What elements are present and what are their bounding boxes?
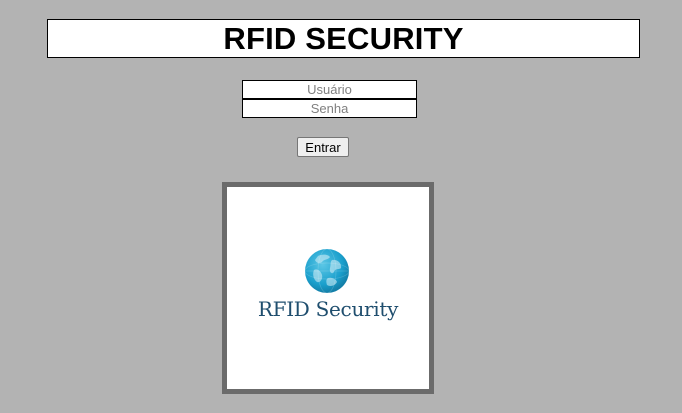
login-page: RFID SECURITY Entrar bbox=[0, 0, 682, 413]
page-title: RFID SECURITY bbox=[223, 21, 464, 56]
globe-icon bbox=[304, 248, 350, 294]
logo-frame: RFID Security bbox=[222, 182, 434, 394]
password-field[interactable] bbox=[242, 99, 417, 118]
enter-button[interactable]: Entrar bbox=[297, 137, 349, 157]
title-banner: RFID SECURITY bbox=[47, 19, 640, 58]
logo-text: RFID Security bbox=[257, 297, 399, 321]
username-field[interactable] bbox=[242, 80, 417, 99]
